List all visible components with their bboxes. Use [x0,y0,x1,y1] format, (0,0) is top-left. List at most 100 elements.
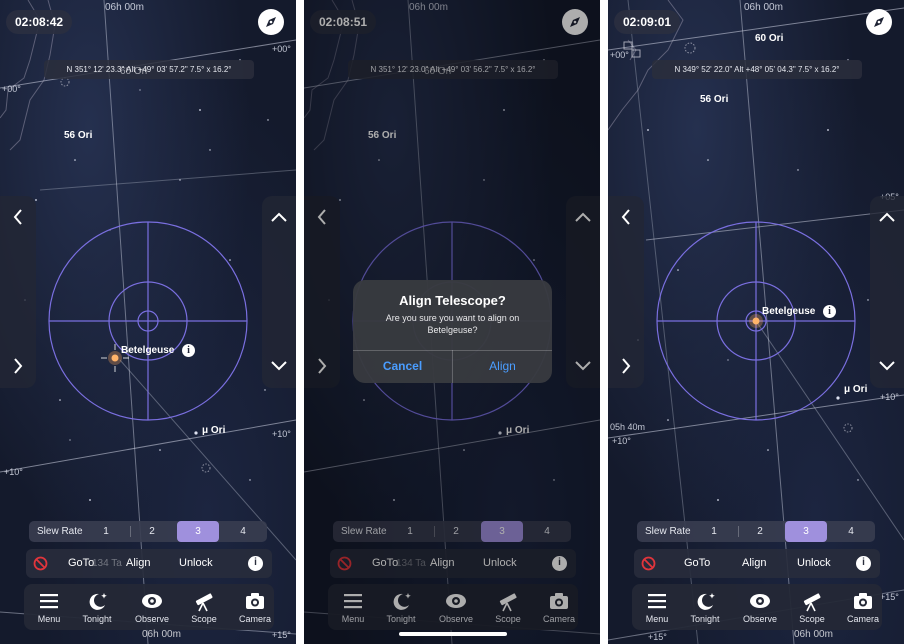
betelgeuse-star [749,314,763,328]
more-info-icon[interactable]: i [856,556,871,571]
target-label-betelgeuse[interactable]: Betelgeuse [762,306,815,317]
tab-label: Camera [238,614,271,624]
star-label-mu-ori[interactable]: μ Ori [844,384,867,395]
telescope-icon [803,593,821,612]
tab-menu[interactable]: Menu [24,584,74,630]
star-label-60-ori[interactable]: 60 Ori [755,33,783,44]
slew-rate-1[interactable]: 1 [85,521,127,542]
compass-button[interactable] [258,9,284,35]
ra-label-bottom: 06h 00m [142,629,181,640]
dec-label: +15° [648,632,667,642]
sky-chart[interactable]: 06h 00m 05h 40m +00° +05° +10° +10° +15°… [608,0,904,644]
goto-button[interactable]: GoTo [684,549,710,578]
slew-rate-4[interactable]: 4 [830,521,872,542]
chevron-left-icon[interactable] [0,202,36,232]
moon-icon [89,593,107,610]
right-nav-panel [870,196,904,388]
align-button[interactable]: Align [126,549,150,578]
slew-rate-1[interactable]: 1 [693,521,735,542]
goto-overlay-text: 134 Ta [92,558,122,569]
coordinates-readout: N 351° 12' 23.3" Alt +49° 03' 57.2" 7.5°… [44,60,254,79]
tab-label: Menu [37,614,61,624]
home-indicator[interactable] [399,632,507,636]
compass-icon [266,17,276,27]
slew-rate-3[interactable]: 3 [785,521,827,542]
tab-label: Observe [742,614,777,624]
star-label-56-ori[interactable]: 56 Ori [64,130,92,141]
cancel-button[interactable]: Cancel [353,350,452,383]
tab-bar: Menu Tonight Observe Scope Camera [632,584,882,630]
target-label-betelgeuse[interactable]: Betelgeuse [121,345,174,356]
sky-view-panel-3[interactable]: 06h 00m 05h 40m +00° +05° +10° +10° +15°… [608,0,904,644]
tab-tonight[interactable]: Tonight [72,584,122,630]
dialog-title: Align Telescope? [399,293,506,308]
sky-view-panel-2[interactable]: 06h 00m 02:08:51 N 351° 12' 23.0" Alt +4… [304,0,600,644]
slew-rate-label: Slew Rate [37,526,83,537]
eye-icon [142,594,162,608]
info-icon[interactable]: i [182,344,195,357]
align-telescope-dialog: Align Telescope? Are you sure you want t… [353,280,552,383]
tab-label: Scope [191,614,217,624]
left-nav-panel [608,196,644,388]
star-label-56-ori[interactable]: 56 Ori [700,94,728,105]
tab-scope[interactable]: Scope [179,584,229,630]
telescope-action-bar: GoTo Align Unlock i [634,549,880,578]
align-button[interactable]: Align [742,549,766,578]
info-icon[interactable]: i [823,305,836,318]
compass-icon [874,17,884,27]
slew-rate-2[interactable]: 2 [131,521,173,542]
dec-label: +00° [610,50,629,60]
tab-label: Camera [846,614,879,624]
tab-camera[interactable]: Camera [230,584,280,630]
chevron-up-icon[interactable] [262,202,296,232]
slew-rate-selector: Slew Rate 1 2 3 4 [29,521,267,542]
star-label-mu-ori[interactable]: μ Ori [202,425,225,436]
dec-label: +00° [272,44,291,54]
dec-label: +00° [2,84,21,94]
slew-rate-label: Slew Rate [645,526,691,537]
tab-label: Scope [799,614,825,624]
slew-rate-selector: Slew Rate 1 2 3 4 [637,521,875,542]
slew-rate-3[interactable]: 3 [177,521,219,542]
telescope-icon [195,593,213,612]
chevron-right-icon[interactable] [0,351,36,381]
compass-button[interactable] [866,9,892,35]
goto-button[interactable]: GoTo [68,549,94,578]
tab-tonight[interactable]: Tonight [680,584,730,630]
tab-label: Tonight [82,614,112,624]
tab-observe[interactable]: Observe [735,584,785,630]
tab-observe[interactable]: Observe [127,584,177,630]
unlock-button[interactable]: Unlock [797,549,831,578]
chevron-down-icon[interactable] [262,351,296,381]
moon-icon [697,593,715,610]
more-info-icon[interactable]: i [248,556,263,571]
stop-icon[interactable] [33,556,48,571]
chevron-left-icon[interactable] [608,202,644,232]
tab-scope[interactable]: Scope [787,584,837,630]
tab-label: Menu [645,614,669,624]
tab-label: Tonight [690,614,720,624]
chevron-down-icon[interactable] [870,351,904,381]
time-display: 02:08:42 [6,10,73,34]
align-confirm-button[interactable]: Align [453,350,552,383]
tab-menu[interactable]: Menu [632,584,682,630]
stop-icon[interactable] [641,556,656,571]
tab-camera[interactable]: Camera [838,584,888,630]
menu-icon [648,594,666,609]
unlock-button[interactable]: Unlock [179,549,213,578]
slew-rate-4[interactable]: 4 [222,521,264,542]
camera-icon [854,593,872,609]
tab-label: Observe [134,614,169,624]
chevron-up-icon[interactable] [870,202,904,232]
right-nav-panel [262,196,296,388]
ra-label-bottom: 06h 00m [794,629,833,640]
tab-bar: Menu Tonight Observe Scope Camera [24,584,274,630]
chevron-right-icon[interactable] [608,351,644,381]
dec-label: +10° [880,392,899,402]
sky-chart[interactable]: 06h 00m +00° +00° +10° +10° +15° [0,0,296,644]
star-label-60-ori[interactable]: 60 Ori [120,66,147,77]
sky-view-panel-1[interactable]: 06h 00m +00° +00° +10° +10° +15° 02:08:4… [0,0,296,644]
eye-icon [750,594,770,608]
dec-label: +10° [4,467,23,477]
slew-rate-2[interactable]: 2 [739,521,781,542]
